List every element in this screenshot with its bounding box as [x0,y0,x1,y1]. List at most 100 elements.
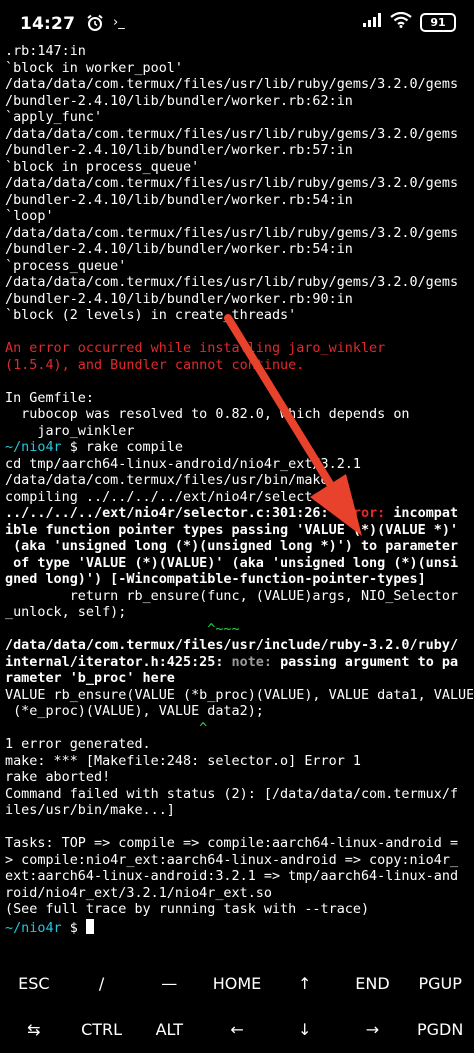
terminal-text: /bundler-2.4.10/lib/bundler/worker.rb:54… [5,242,353,257]
signal-icon [362,12,382,33]
terminal-line: iles/usr/bin/make...] [5,803,473,820]
key-up[interactable]: ↑ [271,960,339,1006]
terminal-line: make: *** [Makefile:248: selector.o] Err… [5,754,473,771]
terminal-line: (1.5.4), and Bundler cannot continue. [5,358,473,375]
terminal-line: /data/data/com.termux/files/usr/bin/make [5,473,473,490]
terminal-text: Command failed with status (2): [/data/d… [5,786,459,802]
key-home[interactable]: HOME [203,960,271,1006]
terminal-text: (*e_proc)(VALUE), VALUE data2); [5,704,264,719]
terminal-segment: ~/nio4r [5,920,62,936]
terminal-segment: internal/iterator.h:425:25: [5,654,232,670]
terminal-prompt-icon: ›_ [113,15,125,30]
terminal-text: make: *** [Makefile:248: selector.o] Err… [5,753,361,769]
terminal-text: `apply_func' [5,110,103,125]
terminal-text: Tasks: TOP => compile => compile:aarch64… [5,836,459,851]
terminal-line: (*e_proc)(VALUE), VALUE data2); [5,704,473,721]
terminal-segment: incompat [393,506,459,521]
terminal-text: 1 error generated. [5,737,151,752]
terminal-text: > compile:nio4r_ext:aarch64-linux-androi… [5,852,459,868]
terminal-text: roid/nio4r_ext/3.2.1/nio4r_ext.so [5,885,272,901]
terminal-segment: ~/nio4r [5,440,62,455]
terminal-line: 1 error generated. [5,737,473,754]
terminal-text: /data/data/com.termux/files/usr/bin/make [5,473,329,488]
terminal-line: `block in process_queue' [5,160,473,177]
terminal-line: `process_queue' [5,259,473,276]
terminal-line: ible function pointer types passing 'VAL… [5,523,473,540]
terminal-text: rameter 'b_proc' here [5,671,175,686]
battery-indicator: 91 [420,13,456,32]
terminal-text: (1.5.4), and Bundler cannot continue. [5,357,305,373]
terminal-segment: note: [231,654,281,670]
key-tab[interactable]: ⇆ [0,1006,68,1052]
terminal-line: An error occurred while installing jaro_… [5,341,473,358]
terminal-line: ~/nio4r $ [5,918,473,936]
terminal-text: compiling ../../../../ext/nio4r/selector… [5,489,345,505]
terminal-text: ^ [5,720,208,736]
status-bar: 14:27 ›_ 91 [0,0,474,44]
terminal-text: cd tmp/aarch64-linux-android/nio4r_ext/3… [5,456,361,472]
key-alt[interactable]: ALT [135,1006,203,1052]
terminal-line: /bundler-2.4.10/lib/bundler/worker.rb:62… [5,94,473,111]
terminal-line: ext:aarch64-linux-android:3.2.1 => tmp/a… [5,869,473,886]
extra-keys-bar: ESC / — HOME ↑ END PGUP ⇆ CTRL ALT ← ↓ → PGDN [0,960,474,1053]
terminal-text: /bundler-2.4.10/lib/bundler/worker.rb:54… [5,192,353,208]
key-end[interactable]: END [339,960,407,1006]
key-down[interactable]: ↓ [271,1006,339,1052]
key-esc[interactable]: ESC [0,960,68,1006]
terminal-text: `block in worker_pool' [5,60,183,76]
extra-keys-row-2: ⇆ CTRL ALT ← ↓ → PGDN [0,1006,474,1052]
terminal-line: `loop' [5,209,473,226]
terminal-text: An error occurred while installing jaro_… [5,341,386,356]
terminal-line: ^~~~ [5,622,473,639]
terminal-text: /bundler-2.4.10/lib/bundler/worker.rb:90… [5,291,353,307]
terminal-text: `block in process_queue' [5,159,200,175]
terminal-line: `block in worker_pool' [5,61,473,78]
key-ctrl[interactable]: CTRL [68,1006,136,1052]
key-pgdn[interactable]: PGDN [406,1006,474,1052]
key-dash[interactable]: — [135,960,203,1006]
terminal-segment: passing argument to pa [280,654,459,670]
terminal-segment: $ [61,920,86,936]
terminal-text: (aka 'unsigned long (*)(unsigned long *)… [5,539,459,554]
terminal-line: ^ [5,721,473,738]
terminal-line: /bundler-2.4.10/lib/bundler/worker.rb:54… [5,242,473,259]
terminal-text: /bundler-2.4.10/lib/bundler/worker.rb:62… [5,93,353,109]
terminal-text: gned long)') [-Wincompatible-function-po… [5,572,426,587]
terminal-line: /data/data/com.termux/files/usr/lib/ruby… [5,226,473,243]
terminal-line: compiling ../../../../ext/nio4r/selector… [5,490,473,507]
key-right[interactable]: → [339,1006,407,1052]
terminal-text: of type 'VALUE (*)(VALUE)' (aka 'unsigne… [5,555,459,571]
key-left[interactable]: ← [203,1006,271,1052]
terminal-line: ~/nio4r $ rake compile [5,440,473,457]
terminal-text: ext:aarch64-linux-android:3.2.1 => tmp/a… [5,869,459,884]
terminal-line: /data/data/com.termux/files/usr/lib/ruby… [5,275,473,292]
terminal-segment: $ rake compile [61,440,183,455]
terminal-text: jaro_winkler [5,423,135,439]
terminal-line: Tasks: TOP => compile => compile:aarch64… [5,836,473,853]
terminal-text: In Gemfile: [5,390,94,406]
terminal-line: roid/nio4r_ext/3.2.1/nio4r_ext.so [5,886,473,903]
terminal-line: Command failed with status (2): [/data/d… [5,787,473,804]
terminal-output[interactable]: .rb:147:in `block in worker_pool'/data/da… [5,44,473,935]
terminal-cursor [85,918,94,934]
terminal-text: VALUE rb_ensure(VALUE (*b_proc)(VALUE), … [5,687,473,703]
extra-keys-row-1: ESC / — HOME ↑ END PGUP [0,960,474,1006]
terminal-line: In Gemfile: [5,391,473,408]
terminal-line: /bundler-2.4.10/lib/bundler/worker.rb:90… [5,292,473,309]
key-slash[interactable]: / [68,960,136,1006]
terminal-line: `apply_func' [5,110,473,127]
terminal-line: ../../../../ext/nio4r/selector.c:301:26:… [5,506,473,523]
terminal-line: gned long)') [-Wincompatible-function-po… [5,572,473,589]
terminal-text: rubocop was resolved to 0.82.0, which de… [5,407,410,422]
terminal-segment: error: [336,506,394,521]
terminal-line: > compile:nio4r_ext:aarch64-linux-androi… [5,853,473,870]
terminal-line: rameter 'b_proc' here [5,671,473,688]
terminal-text: `loop' [5,209,54,224]
wifi-icon [390,11,412,33]
terminal-text: rake aborted! [5,770,111,785]
terminal-line: `block (2 levels) in create_threads' [5,308,473,325]
terminal-line: cd tmp/aarch64-linux-android/nio4r_ext/3… [5,457,473,474]
key-pgup[interactable]: PGUP [406,960,474,1006]
